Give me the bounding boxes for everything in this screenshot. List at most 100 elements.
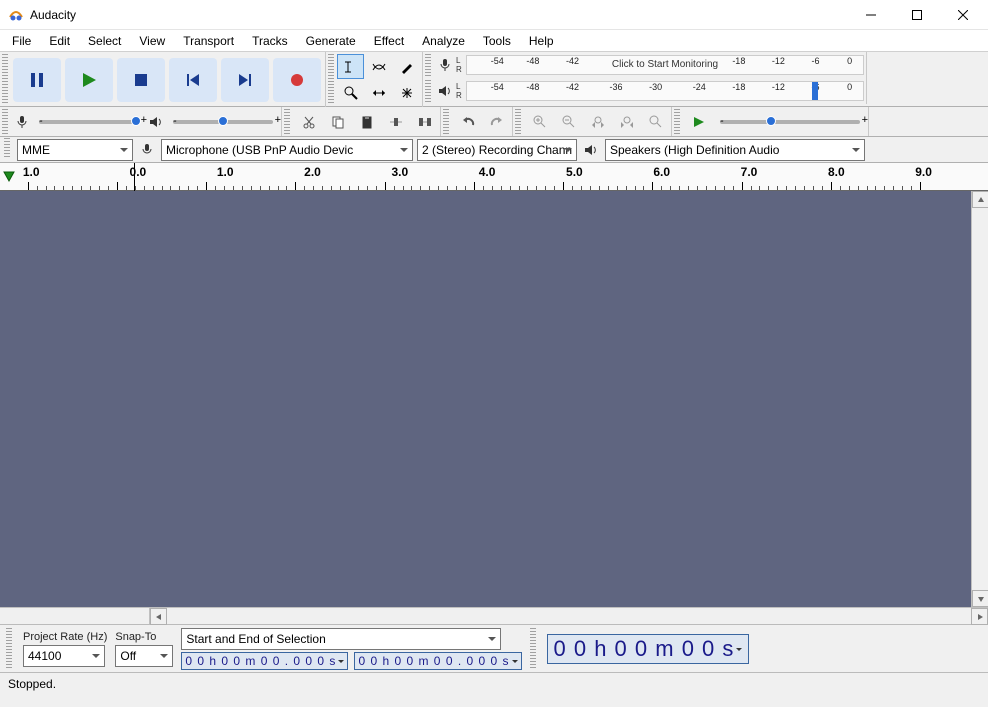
microphone-icon[interactable] — [434, 58, 456, 72]
toolbar-grip[interactable] — [2, 109, 8, 134]
device-toolbar: MME Microphone (USB PnP Audio Devic 2 (S… — [0, 137, 988, 163]
skip-start-button[interactable] — [169, 58, 217, 102]
selection-toolbar: Project Rate (Hz) 44100 Snap-To Off Star… — [0, 624, 988, 672]
zoom-tool[interactable] — [337, 80, 364, 105]
horizontal-scrollbar[interactable] — [0, 607, 988, 624]
lr-label: LR — [456, 82, 466, 100]
envelope-tool[interactable] — [365, 54, 392, 79]
play-at-speed-toolbar: -+ — [672, 107, 869, 136]
draw-tool[interactable] — [393, 54, 420, 79]
menu-edit[interactable]: Edit — [41, 32, 78, 50]
zoom-in-button[interactable] — [526, 109, 553, 134]
menu-view[interactable]: View — [131, 32, 173, 50]
menu-generate[interactable]: Generate — [298, 32, 364, 50]
menu-file[interactable]: File — [4, 32, 39, 50]
app-icon — [8, 7, 24, 23]
menu-tracks[interactable]: Tracks — [244, 32, 296, 50]
playback-volume-slider[interactable]: -+ — [173, 120, 273, 124]
scroll-up-arrow[interactable] — [972, 191, 988, 208]
recording-device-combo[interactable]: Microphone (USB PnP Audio Devic — [161, 139, 413, 161]
selection-type-combo[interactable]: Start and End of Selection — [181, 628, 501, 650]
toolbar-grip[interactable] — [515, 109, 521, 134]
menu-select[interactable]: Select — [80, 32, 129, 50]
recording-channels-combo[interactable]: 2 (Stereo) Recording Chann — [417, 139, 577, 161]
menu-effect[interactable]: Effect — [366, 32, 412, 50]
silence-button[interactable] — [411, 109, 438, 134]
toolbar-grip[interactable] — [2, 54, 8, 105]
multi-tool[interactable] — [393, 80, 420, 105]
pause-button[interactable] — [13, 58, 61, 102]
selection-end-time[interactable]: 0 0 h 0 0 m 0 0 . 0 0 0 s — [354, 652, 521, 670]
vertical-scrollbar[interactable] — [971, 191, 988, 607]
skip-end-button[interactable] — [221, 58, 269, 102]
fit-selection-button[interactable] — [584, 109, 611, 134]
selection-start-time[interactable]: 0 0 h 0 0 m 0 0 . 0 0 0 s — [181, 652, 348, 670]
toolbar-grip[interactable] — [530, 628, 536, 668]
audio-host-combo[interactable]: MME — [17, 139, 133, 161]
paste-button[interactable] — [353, 109, 380, 134]
toolbar-grip[interactable] — [674, 109, 680, 134]
fit-project-button[interactable] — [613, 109, 640, 134]
undo-toolbar — [441, 107, 513, 136]
microphone-icon — [137, 143, 157, 157]
playback-meter: LR -54 -48 -42 -36 -30 -24 -18 -12 -6 0 — [423, 78, 867, 104]
cut-button[interactable] — [295, 109, 322, 134]
menu-help[interactable]: Help — [521, 32, 562, 50]
scroll-left-arrow[interactable] — [150, 608, 167, 625]
title-bar: Audacity — [0, 0, 988, 30]
toolbar-grip[interactable] — [4, 138, 10, 158]
toolbar-grip[interactable] — [425, 54, 431, 76]
project-rate-combo[interactable]: 44100 — [23, 645, 105, 667]
scroll-down-arrow[interactable] — [972, 590, 988, 607]
audio-position-time[interactable]: 0 0 h 0 0 m 0 0 s — [547, 634, 750, 664]
speaker-icon[interactable] — [434, 84, 456, 98]
menu-transport[interactable]: Transport — [175, 32, 242, 50]
speaker-icon — [149, 115, 163, 129]
trim-button[interactable] — [382, 109, 409, 134]
zoom-toolbar — [513, 107, 672, 136]
selection-tool[interactable] — [337, 54, 364, 79]
meter-marker[interactable] — [812, 82, 818, 100]
window-title: Audacity — [30, 8, 848, 22]
meter-click-text: Click to Start Monitoring — [612, 59, 718, 70]
undo-button[interactable] — [454, 109, 481, 134]
timeshift-tool[interactable] — [365, 80, 392, 105]
copy-button[interactable] — [324, 109, 351, 134]
speaker-icon — [581, 143, 601, 157]
record-button[interactable] — [273, 58, 321, 102]
mixer-toolbar: -+ -+ — [0, 107, 282, 136]
maximize-button[interactable] — [894, 0, 940, 30]
recording-volume-slider[interactable]: -+ — [39, 120, 139, 124]
redo-button[interactable] — [483, 109, 510, 134]
recording-meter-scale[interactable]: -54 -48 -42 Click to Start Monitoring -1… — [466, 55, 864, 75]
toolbar-grip[interactable] — [328, 54, 334, 105]
menu-analyze[interactable]: Analyze — [414, 32, 473, 50]
playback-device-combo[interactable]: Speakers (High Definition Audio — [605, 139, 865, 161]
track-area[interactable] — [0, 191, 988, 607]
snap-to-combo[interactable]: Off — [115, 645, 173, 667]
playback-speed-slider[interactable]: -+ — [720, 120, 860, 124]
minimize-button[interactable] — [848, 0, 894, 30]
pin-icon[interactable] — [0, 171, 18, 183]
microphone-icon — [15, 115, 29, 129]
transport-toolbar — [0, 52, 326, 107]
timeline-ruler[interactable]: 1.0 0.0 1.0 2.0 3.0 4.0 5.0 6.0 7.0 8.0 … — [0, 163, 988, 191]
toolbar-grip[interactable] — [6, 628, 12, 668]
stop-button[interactable] — [117, 58, 165, 102]
toolbar-grip[interactable] — [284, 109, 290, 134]
zoom-toggle-button[interactable] — [642, 109, 669, 134]
playback-meter-scale[interactable]: -54 -48 -42 -36 -30 -24 -18 -12 -6 0 — [466, 81, 864, 101]
project-rate-label: Project Rate (Hz) — [23, 631, 107, 643]
close-button[interactable] — [940, 0, 986, 30]
zoom-out-button[interactable] — [555, 109, 582, 134]
toolbar-grip[interactable] — [443, 109, 449, 134]
menu-bar: File Edit Select View Transport Tracks G… — [0, 30, 988, 52]
status-bar: Stopped. — [0, 672, 988, 694]
scroll-right-arrow[interactable] — [971, 608, 988, 625]
snap-to-label: Snap-To — [115, 631, 173, 643]
toolbar-grip[interactable] — [425, 80, 431, 102]
play-button[interactable] — [65, 58, 113, 102]
play-at-speed-button[interactable] — [685, 109, 712, 134]
tools-toolbar — [326, 52, 423, 107]
menu-tools[interactable]: Tools — [475, 32, 519, 50]
